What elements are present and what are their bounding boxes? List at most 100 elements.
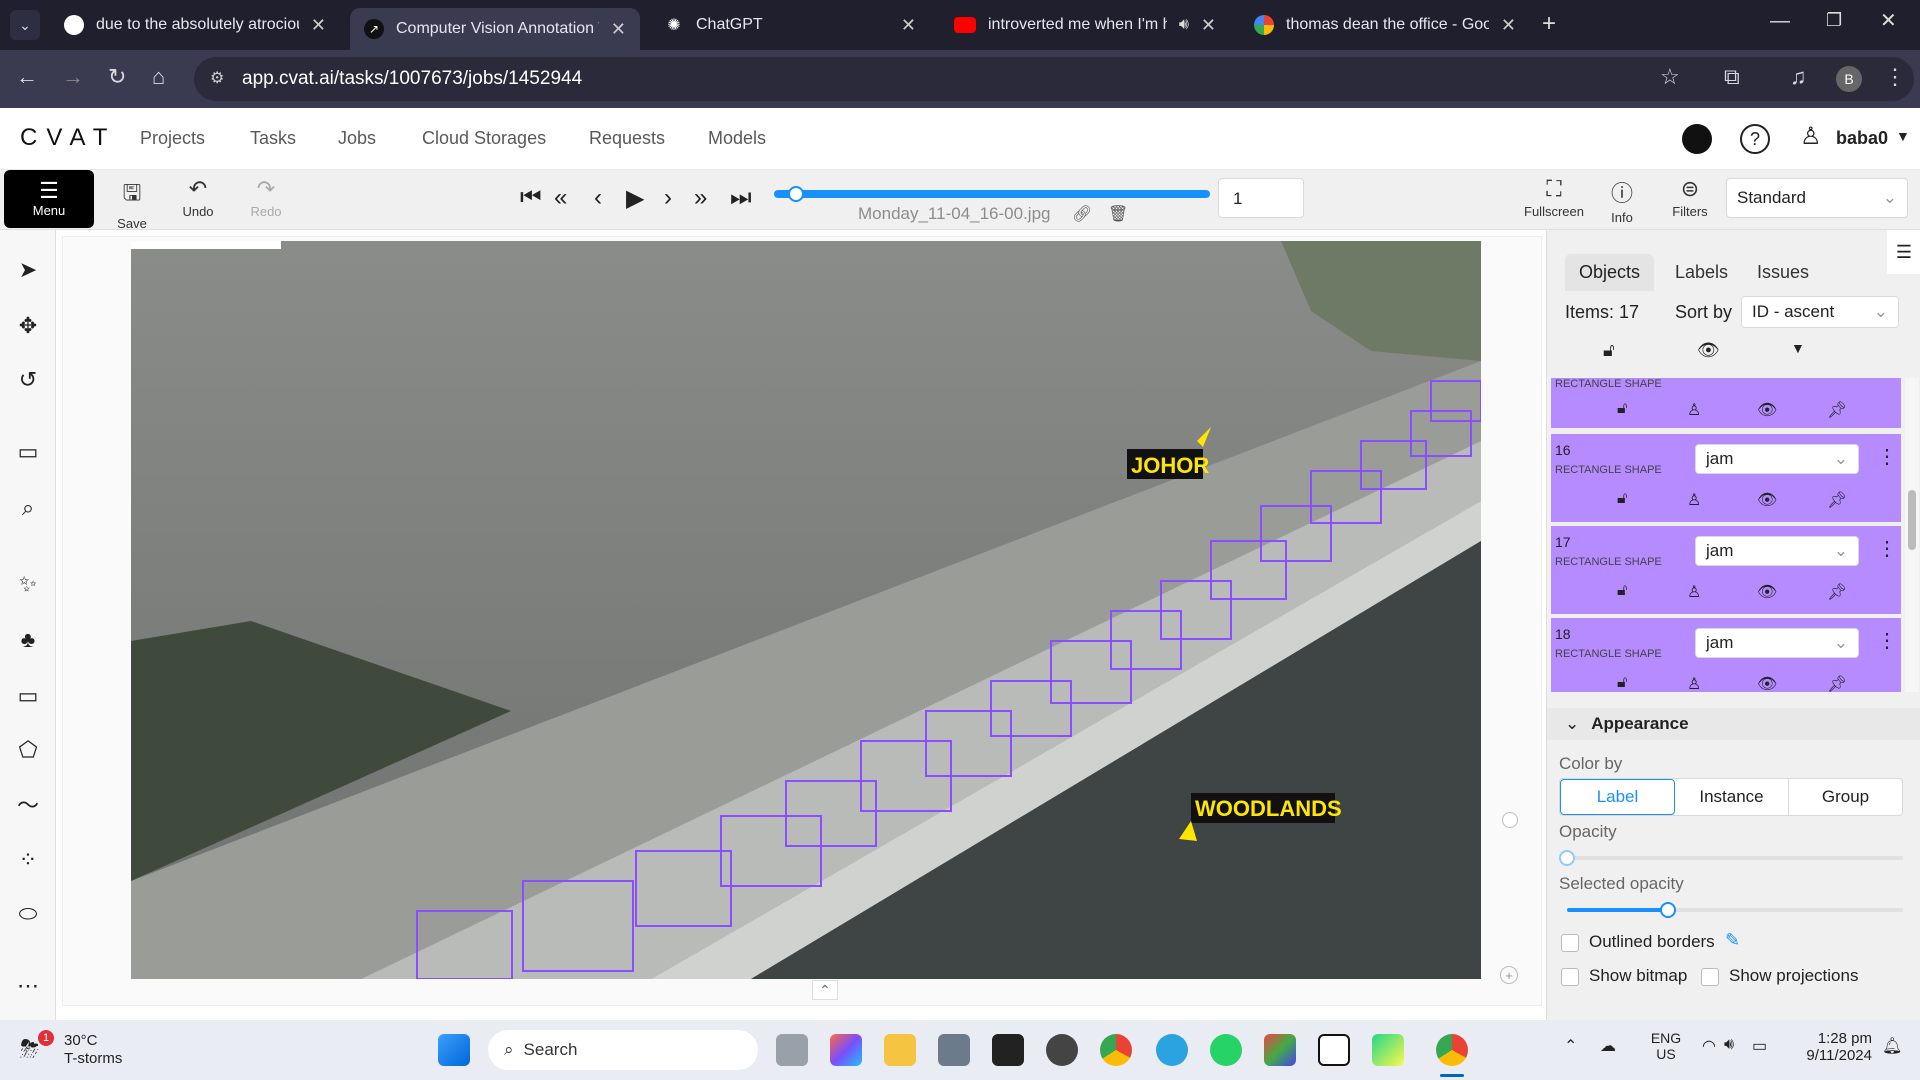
clock[interactable]: 1:28 pm 9/11/2024 <box>1786 1030 1872 1064</box>
occluded-icon[interactable]: ♙ <box>1687 582 1701 602</box>
show-bitmap-checkbox[interactable] <box>1561 968 1579 986</box>
url-field[interactable]: ⚙ app.cvat.ai/tasks/1007673/jobs/1452944 <box>194 57 1914 101</box>
menu-button[interactable]: ☰ Menu <box>4 170 94 228</box>
visibility-icon[interactable]: 👁︎ <box>1757 582 1777 602</box>
tab-labels[interactable]: Labels <box>1675 262 1728 283</box>
workspace-select[interactable]: Standard ⌄ <box>1726 178 1908 218</box>
browser-tab-google[interactable]: thomas dean the office - Googl ✕ <box>1240 8 1530 42</box>
help-icon[interactable]: ? <box>1740 124 1770 154</box>
close-tab-icon[interactable]: ✕ <box>611 19 626 40</box>
close-tab-icon[interactable]: ✕ <box>311 15 326 36</box>
occluded-icon[interactable]: ♙ <box>1687 400 1701 420</box>
close-tab-icon[interactable]: ✕ <box>901 15 916 36</box>
opacity-slider-handle[interactable] <box>1559 850 1575 866</box>
rectangle-tool-icon[interactable]: ▭ <box>12 680 44 712</box>
color-by-instance-option[interactable]: Instance <box>1675 779 1789 815</box>
forward-icon[interactable]: → <box>62 64 84 90</box>
browser-tab-github[interactable]: due to the absolutely atrocious ✕ <box>50 8 340 42</box>
object-card[interactable]: 18 RECTANGLE SHAPE jam ⌄ ⋮ 🔓︎ ♙ 👁︎ 📌︎ <box>1551 618 1901 692</box>
object-list-scrollbar[interactable] <box>1905 378 1919 692</box>
expand-all-icon[interactable]: ▼ <box>1791 340 1805 356</box>
rotate-icon[interactable]: ↺ <box>12 364 44 396</box>
pin-icon[interactable]: 📌︎ <box>1827 400 1847 420</box>
object-card-partial[interactable]: RECTANGLE SHAPE 🔓︎ ♙ 👁︎ 📌︎ <box>1551 378 1901 428</box>
notion-icon[interactable] <box>1318 1034 1350 1066</box>
wifi-icon[interactable]: ◠ <box>1702 1036 1716 1056</box>
save-button[interactable]: 🖫︎ Save <box>112 176 152 231</box>
label-select[interactable]: jam ⌄ <box>1695 444 1859 474</box>
username[interactable]: baba0 <box>1836 128 1888 149</box>
whatsapp-icon[interactable] <box>1210 1034 1242 1066</box>
more-tools-icon[interactable]: ⋯ <box>12 970 44 1002</box>
label-select[interactable]: jam ⌄ <box>1695 628 1859 658</box>
taskbar-search[interactable]: ⌕ Search <box>488 1030 758 1070</box>
forward-step-icon[interactable]: » <box>694 184 707 212</box>
zoom-slider-handle[interactable] <box>1502 812 1518 828</box>
settings-icon[interactable] <box>938 1034 970 1066</box>
more-options-icon[interactable]: ⋮ <box>1877 444 1897 469</box>
nav-requests[interactable]: Requests <box>589 128 665 149</box>
color-by-group-option[interactable]: Group <box>1789 779 1902 815</box>
undo-button[interactable]: ↶ Undo <box>178 176 218 219</box>
opacity-slider[interactable] <box>1559 850 1903 866</box>
more-options-icon[interactable]: ⋮ <box>1877 628 1897 653</box>
tab-issues[interactable]: Issues <box>1757 262 1809 283</box>
browser-tab-chatgpt[interactable]: ✺ ChatGPT ✕ <box>650 8 930 42</box>
extensions-icon[interactable]: ⧉ <box>1724 64 1740 90</box>
home-icon[interactable]: ⌂ <box>152 64 165 90</box>
back-step-icon[interactable]: « <box>554 184 567 212</box>
lock-icon[interactable]: 🔓︎ <box>1617 674 1627 692</box>
polyline-tool-icon[interactable]: 〜 <box>12 788 44 820</box>
frame-slider-handle[interactable] <box>787 186 804 202</box>
close-window-button[interactable]: ✕ <box>1880 8 1897 33</box>
clock-app-icon[interactable] <box>1046 1034 1078 1066</box>
app-icon[interactable] <box>1264 1034 1296 1066</box>
occluded-icon[interactable]: ♙ <box>1687 674 1701 692</box>
chrome-profile-icon[interactable] <box>1436 1034 1468 1066</box>
task-view-icon[interactable] <box>776 1034 808 1066</box>
ellipse-tool-icon[interactable]: ⬭ <box>12 898 44 930</box>
selected-opacity-handle[interactable] <box>1659 902 1676 918</box>
copilot-icon[interactable] <box>830 1034 862 1066</box>
show-hidden-icons[interactable]: ⌃ <box>1564 1036 1577 1056</box>
browser-menu-icon[interactable]: ⋮ <box>1884 64 1906 90</box>
add-icon[interactable]: + <box>1500 966 1518 984</box>
selected-opacity-slider[interactable] <box>1567 902 1903 918</box>
label-select[interactable]: jam ⌄ <box>1695 536 1859 566</box>
ai-tools-icon[interactable]: ♣ <box>12 624 44 656</box>
lock-icon[interactable]: 🔓︎ <box>1617 400 1627 418</box>
info-button[interactable]: ⓘ Info <box>1602 176 1642 225</box>
delete-frame-icon[interactable]: 🗑︎ <box>1108 204 1128 224</box>
object-card[interactable]: 17 RECTANGLE SHAPE jam ⌄ ⋮ 🔓︎ ♙ 👁︎ 📌︎ <box>1551 526 1901 614</box>
next-frame-icon[interactable]: › <box>664 184 672 212</box>
profile-avatar[interactable]: B <box>1836 66 1862 92</box>
site-info-icon[interactable]: ⚙ <box>210 68 224 88</box>
telegram-icon[interactable] <box>1156 1034 1188 1066</box>
volume-icon[interactable]: 🔊︎ <box>1724 1036 1734 1054</box>
pin-icon[interactable]: 📌︎ <box>1827 674 1847 692</box>
weather-widget[interactable]: ⛈︎ 1 30°C T-storms <box>20 1030 140 1070</box>
occluded-icon[interactable]: ♙ <box>1687 490 1701 510</box>
lock-icon[interactable]: 🔓︎ <box>1617 490 1627 508</box>
collapse-bottom-icon[interactable]: ⌃ <box>812 980 838 1000</box>
close-tab-icon[interactable]: ✕ <box>1201 15 1216 36</box>
sort-select[interactable]: ID - ascent ⌄ <box>1741 296 1899 328</box>
reload-icon[interactable]: ↻ <box>108 64 126 90</box>
pycharm-icon[interactable] <box>1372 1034 1404 1066</box>
user-icon[interactable]: ♙ <box>1800 122 1822 151</box>
redo-button[interactable]: ↷ Redo <box>246 176 286 219</box>
fullscreen-button[interactable]: ⛶ Fullscreen <box>1524 176 1584 219</box>
last-frame-icon[interactable]: ⏭ <box>730 184 752 212</box>
pin-icon[interactable]: 📌︎ <box>1827 582 1847 602</box>
nav-jobs[interactable]: Jobs <box>338 128 376 149</box>
polygon-tool-icon[interactable]: ⬠ <box>12 734 44 766</box>
github-icon[interactable] <box>1682 124 1712 154</box>
show-projections-checkbox[interactable] <box>1701 968 1719 986</box>
copy-link-icon[interactable]: 🔗︎ <box>1072 204 1092 224</box>
points-tool-icon[interactable]: ⁘ <box>12 844 44 876</box>
frame-slider[interactable] <box>774 186 1210 202</box>
nav-models[interactable]: Models <box>708 128 766 149</box>
notification-bell-icon[interactable]: 🔔︎ <box>1882 1036 1902 1056</box>
visibility-icon[interactable]: 👁︎ <box>1757 674 1777 692</box>
scrollbar-thumb[interactable] <box>1908 490 1916 550</box>
